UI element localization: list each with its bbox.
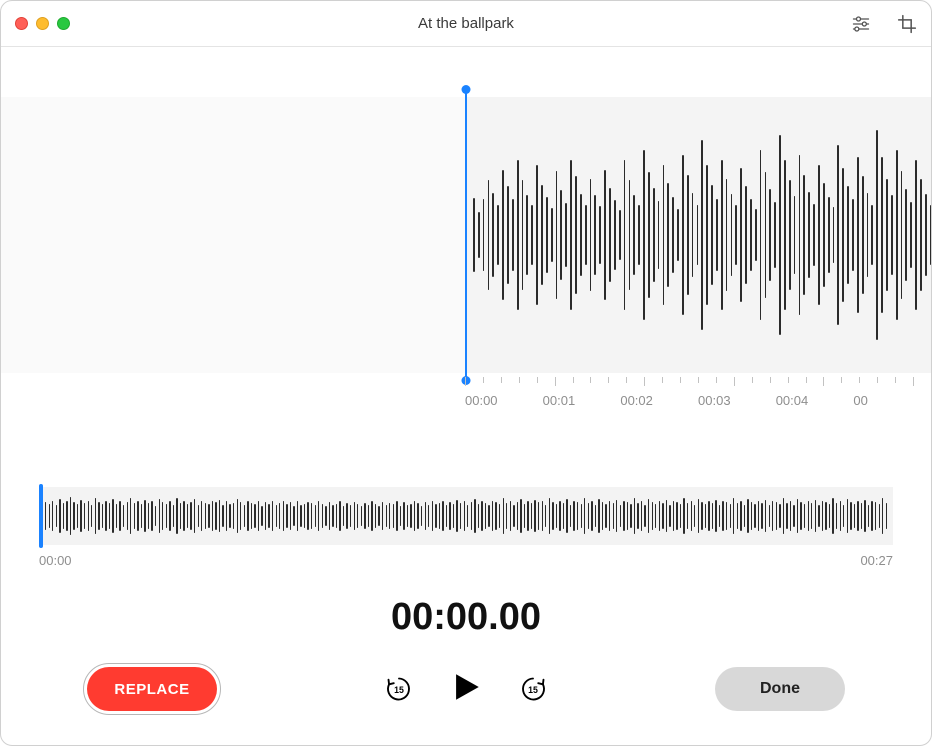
controls-bar: REPLACE 15 15 Done <box>1 659 931 719</box>
main-waveform-area[interactable]: 00:0000:0100:0200:0300:0400 <box>1 97 931 427</box>
toolbar <box>851 14 917 34</box>
time-tick-label: 00:01 <box>543 393 621 408</box>
titlebar: At the ballpark <box>1 1 931 47</box>
overview-time-labels: 00:00 00:27 <box>39 553 893 568</box>
time-tick-label: 00:02 <box>620 393 698 408</box>
skip-forward-15-icon[interactable]: 15 <box>519 675 547 703</box>
time-tick-label: 00:04 <box>776 393 854 408</box>
playhead[interactable] <box>465 89 467 381</box>
time-tick-label: 00:00 <box>465 393 543 408</box>
replace-button-label: REPLACE <box>114 681 189 698</box>
waveform-empty-region <box>1 97 465 373</box>
done-button-label: Done <box>760 680 800 698</box>
overview-end-time: 00:27 <box>860 553 893 568</box>
svg-text:15: 15 <box>394 685 404 695</box>
replace-button[interactable]: REPLACE <box>87 667 217 711</box>
minimize-window-button[interactable] <box>36 17 49 30</box>
overview-start-time: 00:00 <box>39 553 72 568</box>
time-tick-label: 00 <box>853 393 931 408</box>
settings-sliders-icon[interactable] <box>851 14 871 34</box>
window-title: At the ballpark <box>1 15 931 32</box>
done-button[interactable]: Done <box>715 667 845 711</box>
current-time-display: 00:00.00 <box>1 596 931 639</box>
play-button[interactable] <box>449 670 483 709</box>
voice-memo-editor-window: At the ballpark 00:0000:0100:0200:0 <box>0 0 932 746</box>
skip-back-15-icon[interactable]: 15 <box>385 675 413 703</box>
waveform-bars <box>473 97 931 373</box>
svg-text:15: 15 <box>528 685 538 695</box>
playback-controls: 15 15 <box>385 670 547 709</box>
traffic-lights <box>15 17 70 30</box>
overview-waveform[interactable]: 00:00 00:27 <box>39 487 893 568</box>
overview-bars <box>39 487 893 545</box>
crop-trim-icon[interactable] <box>897 14 917 34</box>
time-tick-label: 00:03 <box>698 393 776 408</box>
zoom-window-button[interactable] <box>57 17 70 30</box>
close-window-button[interactable] <box>15 17 28 30</box>
time-ruler-labels: 00:0000:0100:0200:0300:0400 <box>465 393 931 408</box>
time-ruler-ticks <box>465 377 931 389</box>
overview-playhead[interactable] <box>39 484 43 548</box>
